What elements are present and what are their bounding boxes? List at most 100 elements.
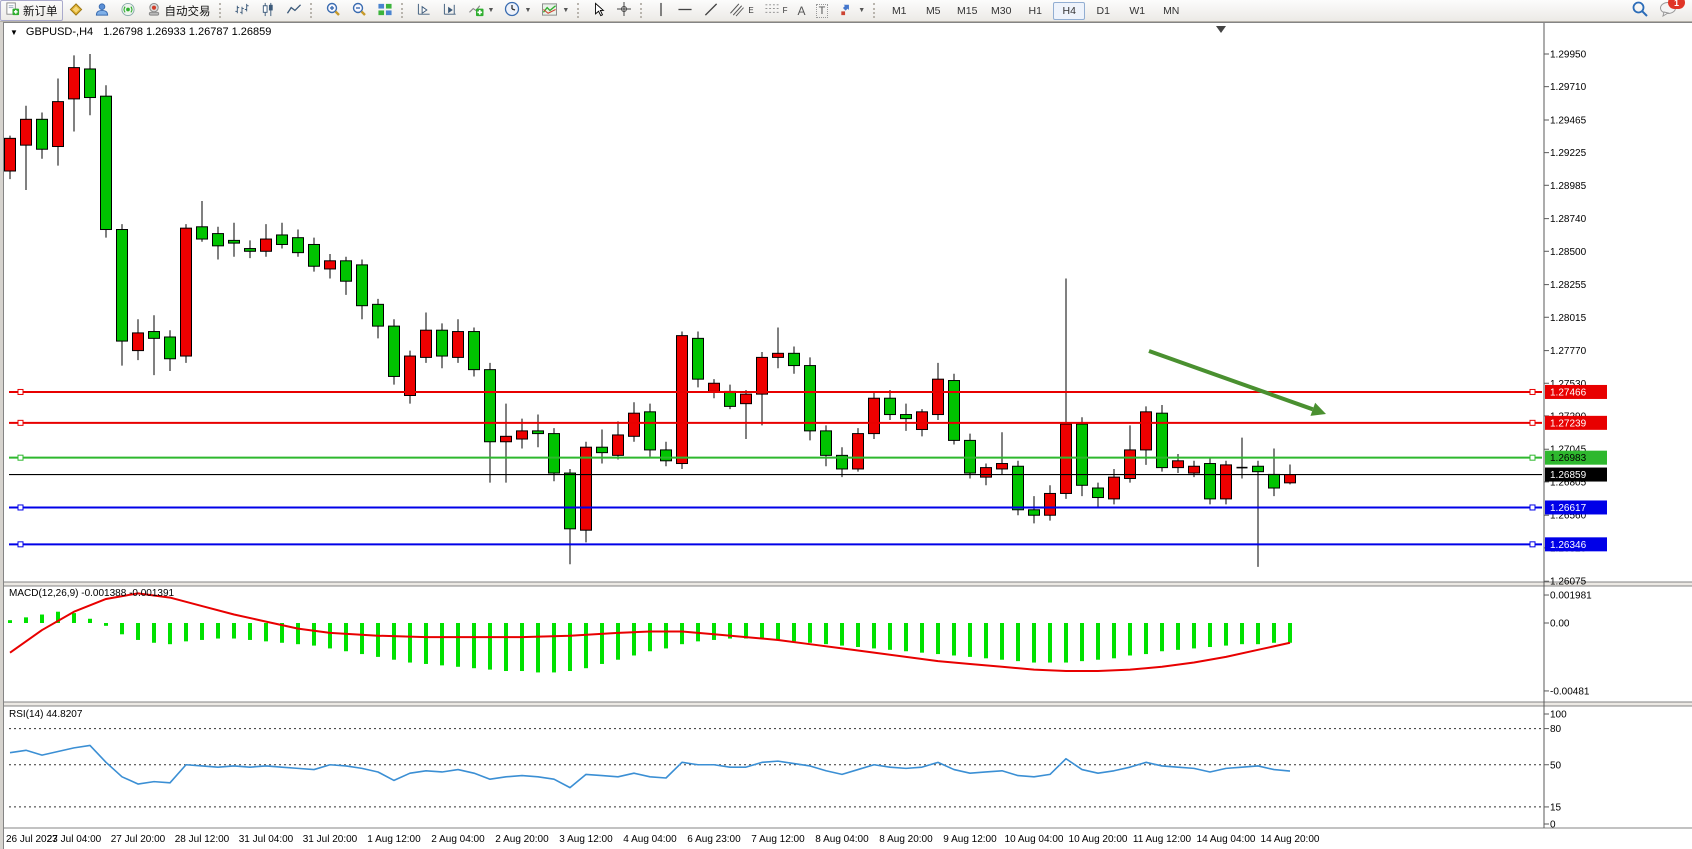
hline-handle[interactable] (1530, 542, 1535, 547)
svg-text:2 Aug 04:00: 2 Aug 04:00 (431, 834, 485, 845)
periods-button[interactable]: ▼ (499, 0, 536, 21)
tf-button-W1[interactable]: W1 (1121, 2, 1153, 20)
tf-button-M15[interactable]: M15 (951, 2, 983, 20)
svg-text:1.29950: 1.29950 (1550, 50, 1587, 61)
rsi-label: RSI(14) 44.8207 (9, 709, 82, 720)
svg-text:1.29225: 1.29225 (1550, 148, 1587, 159)
cursor-tool-button[interactable] (587, 0, 611, 21)
fibonacci-tool-button[interactable]: F (759, 0, 793, 21)
line-chart-type-button[interactable] (281, 0, 307, 21)
svg-text:0.00: 0.00 (1550, 619, 1570, 630)
rsi-panel (9, 729, 1542, 807)
text-tool-icon: A (798, 4, 806, 18)
svg-text:9 Aug 12:00: 9 Aug 12:00 (943, 834, 997, 845)
svg-text:1.26617: 1.26617 (1550, 503, 1587, 514)
tf-button-M30[interactable]: M30 (985, 2, 1017, 20)
trendline-icon (703, 2, 719, 20)
profile-button[interactable] (89, 0, 115, 21)
svg-text:1.29465: 1.29465 (1550, 115, 1587, 126)
hline-handle[interactable] (18, 542, 23, 547)
tf-button-MN[interactable]: MN (1155, 2, 1187, 20)
auto-scroll-button[interactable] (411, 0, 437, 21)
svg-text:6 Aug 23:00: 6 Aug 23:00 (687, 834, 741, 845)
panel-frames (4, 23, 1692, 828)
svg-text:50: 50 (1550, 760, 1562, 771)
gold-symbol-icon (68, 2, 84, 20)
hline-handle[interactable] (18, 389, 23, 394)
market-watch-button[interactable] (63, 0, 89, 21)
chart-symbol-period: GBPUSD-,H4 (26, 26, 93, 38)
bar-chart-type-button[interactable] (229, 0, 255, 21)
chart-shift-button[interactable] (437, 0, 463, 21)
crosshair-icon (616, 1, 632, 20)
dropdown-caret-icon: ▼ (524, 7, 531, 14)
hline-handle[interactable] (1530, 389, 1535, 394)
hline-handle[interactable] (1530, 455, 1535, 460)
toolbar-grip (219, 3, 226, 18)
svg-text:15: 15 (1550, 802, 1562, 813)
tf-button-D1[interactable]: D1 (1087, 2, 1119, 20)
arrows-tool-button[interactable]: ▼ (833, 0, 870, 21)
zoom-out-icon (351, 1, 367, 20)
trend-arrow-annotation[interactable] (1149, 351, 1326, 416)
zoom-out-button[interactable] (346, 0, 372, 21)
macd-axis: 0.001981 0.00 -0.00481 (1544, 591, 1592, 698)
fibonacci-icon (764, 2, 780, 20)
channel-tool-button[interactable]: E (724, 0, 758, 21)
new-order-button[interactable]: 新订单 (0, 0, 63, 21)
rsi-axis: 1008050150 (1544, 710, 1567, 831)
hline-handle[interactable] (18, 455, 23, 460)
svg-text:14 Aug 20:00: 14 Aug 20:00 (1261, 834, 1320, 845)
trading-platform-window: 新订单 自动交易 (0, 0, 1692, 849)
chart-header: ▼ GBPUSD-,H4 1.26798 1.26933 1.26787 1.2… (10, 26, 271, 38)
indicators-icon (468, 2, 484, 20)
tile-windows-icon (377, 2, 393, 20)
tf-button-M5[interactable]: M5 (917, 2, 949, 20)
tile-windows-button[interactable] (372, 0, 398, 21)
hline-handle[interactable] (18, 505, 23, 510)
tf-button-H4[interactable]: H4 (1053, 2, 1085, 20)
trendline-tool-button[interactable] (698, 0, 724, 21)
new-order-label: 新订单 (23, 3, 58, 19)
notification-badge: 1 (1668, 0, 1685, 9)
text-tool-button[interactable]: A (793, 0, 811, 21)
svg-text:0.001981: 0.001981 (1550, 591, 1592, 602)
chart-shift-marker[interactable] (1216, 26, 1226, 33)
tf-button-M1[interactable]: M1 (883, 2, 915, 20)
dropdown-caret-icon: ▼ (488, 7, 495, 14)
candlestick-icon (260, 2, 276, 20)
dropdown-caret-icon: ▼ (562, 7, 569, 14)
svg-text:1.28255: 1.28255 (1550, 280, 1587, 291)
signal-button[interactable] (115, 0, 141, 21)
svg-text:10 Aug 04:00: 10 Aug 04:00 (1005, 834, 1064, 845)
autotrade-icon (146, 2, 162, 20)
hline-handle[interactable] (18, 420, 23, 425)
hline-handle[interactable] (1530, 505, 1535, 510)
autotrade-button[interactable]: 自动交易 (141, 0, 216, 21)
hline-tool-button[interactable] (672, 0, 698, 21)
svg-text:1.28740: 1.28740 (1550, 214, 1587, 225)
tf-button-H1[interactable]: H1 (1019, 2, 1051, 20)
svg-text:1.26075: 1.26075 (1550, 577, 1587, 588)
zoom-in-button[interactable] (320, 0, 346, 21)
vline-tool-button[interactable] (650, 0, 672, 21)
crosshair-tool-button[interactable] (611, 0, 637, 21)
chat-notification[interactable]: 1 (1659, 1, 1678, 20)
search-icon[interactable] (1631, 0, 1649, 21)
hline-handle[interactable] (1530, 420, 1535, 425)
text-label-tool-button[interactable]: T (811, 0, 834, 21)
toolbar-right: 1 (1631, 0, 1692, 21)
indicators-button[interactable]: ▼ (463, 0, 500, 21)
svg-text:-0.00481: -0.00481 (1550, 686, 1590, 697)
svg-text:1 Aug 12:00: 1 Aug 12:00 (367, 834, 421, 845)
svg-text:11 Aug 12:00: 11 Aug 12:00 (1133, 834, 1192, 845)
chart-ohlc-values: 1.26798 1.26933 1.26787 1.26859 (103, 26, 271, 38)
svg-text:31 Jul 20:00: 31 Jul 20:00 (303, 834, 358, 845)
svg-text:14 Aug 04:00: 14 Aug 04:00 (1197, 834, 1256, 845)
symbol-dropdown-icon[interactable]: ▼ (10, 28, 18, 37)
candlestick-type-button[interactable] (255, 0, 281, 21)
chart-window: ▼ GBPUSD-,H4 1.26798 1.26933 1.26787 1.2… (3, 22, 1692, 849)
svg-text:2 Aug 20:00: 2 Aug 20:00 (495, 834, 549, 845)
svg-text:80: 80 (1550, 724, 1562, 735)
templates-button[interactable]: ▼ (536, 0, 574, 21)
